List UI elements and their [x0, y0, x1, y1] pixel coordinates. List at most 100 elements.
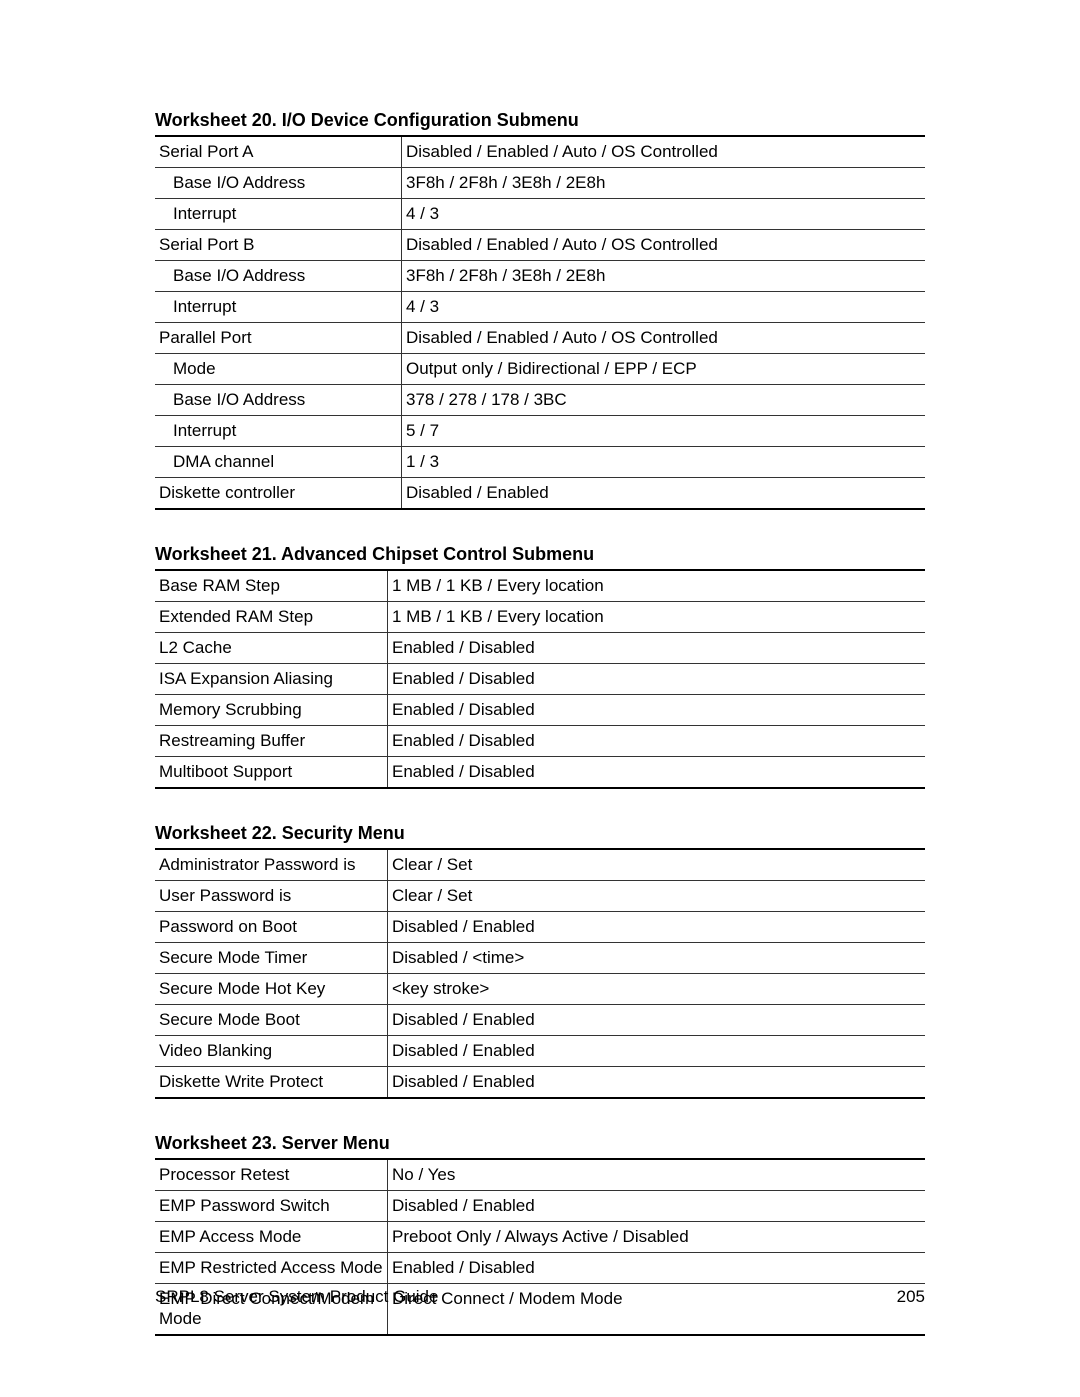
row-value: Disabled / Enabled	[388, 1191, 926, 1222]
row-value: 1 MB / 1 KB / Every location	[388, 602, 926, 633]
row-value: Disabled / Enabled / Auto / OS Controlle…	[402, 136, 926, 168]
row-label: Mode	[155, 354, 402, 385]
table-row: ModeOutput only / Bidirectional / EPP / …	[155, 354, 925, 385]
table-row: ISA Expansion AliasingEnabled / Disabled	[155, 664, 925, 695]
row-value: Clear / Set	[388, 881, 926, 912]
row-label: Interrupt	[155, 416, 402, 447]
row-label: Diskette controller	[155, 478, 402, 510]
table-row: DMA channel1 / 3	[155, 447, 925, 478]
row-value: Disabled / Enabled	[388, 1005, 926, 1036]
table-row: Interrupt4 / 3	[155, 292, 925, 323]
row-value: Output only / Bidirectional / EPP / ECP	[402, 354, 926, 385]
row-value: Disabled / Enabled / Auto / OS Controlle…	[402, 230, 926, 261]
table-row: Extended RAM Step1 MB / 1 KB / Every loc…	[155, 602, 925, 633]
row-label: Memory Scrubbing	[155, 695, 388, 726]
row-label: Base I/O Address	[155, 261, 402, 292]
row-value: 4 / 3	[402, 199, 926, 230]
row-label: ISA Expansion Aliasing	[155, 664, 388, 695]
row-value: Enabled / Disabled	[388, 726, 926, 757]
row-label: Parallel Port	[155, 323, 402, 354]
table-row: Base RAM Step1 MB / 1 KB / Every locatio…	[155, 570, 925, 602]
row-value: Enabled / Disabled	[388, 664, 926, 695]
row-value: Enabled / Disabled	[388, 757, 926, 789]
table-row: Administrator Password isClear / Set	[155, 849, 925, 881]
row-label: Secure Mode Boot	[155, 1005, 388, 1036]
table-row: Password on BootDisabled / Enabled	[155, 912, 925, 943]
worksheet-title: Worksheet 22. Security Menu	[155, 823, 925, 844]
row-value: 5 / 7	[402, 416, 926, 447]
row-label: Administrator Password is	[155, 849, 388, 881]
row-value: <key stroke>	[388, 974, 926, 1005]
row-label: Diskette Write Protect	[155, 1067, 388, 1099]
table-row: Memory ScrubbingEnabled / Disabled	[155, 695, 925, 726]
table-row: Secure Mode BootDisabled / Enabled	[155, 1005, 925, 1036]
table-row: L2 CacheEnabled / Disabled	[155, 633, 925, 664]
table-row: Base I/O Address3F8h / 2F8h / 3E8h / 2E8…	[155, 261, 925, 292]
table-row: Serial Port BDisabled / Enabled / Auto /…	[155, 230, 925, 261]
table-row: Parallel PortDisabled / Enabled / Auto /…	[155, 323, 925, 354]
table-row: EMP Password SwitchDisabled / Enabled	[155, 1191, 925, 1222]
row-value: Disabled / Enabled	[388, 912, 926, 943]
row-value: Enabled / Disabled	[388, 633, 926, 664]
table-row: Processor RetestNo / Yes	[155, 1159, 925, 1191]
row-value: 4 / 3	[402, 292, 926, 323]
row-label: Secure Mode Hot Key	[155, 974, 388, 1005]
row-value: 1 / 3	[402, 447, 926, 478]
row-label: EMP Password Switch	[155, 1191, 388, 1222]
row-value: 3F8h / 2F8h / 3E8h / 2E8h	[402, 261, 926, 292]
footer-title: SRPL8 Server System Product Guide	[155, 1287, 438, 1307]
row-label: Restreaming Buffer	[155, 726, 388, 757]
row-value: Disabled / <time>	[388, 943, 926, 974]
table-row: Secure Mode TimerDisabled / <time>	[155, 943, 925, 974]
row-label: Serial Port A	[155, 136, 402, 168]
table-row: Base I/O Address3F8h / 2F8h / 3E8h / 2E8…	[155, 168, 925, 199]
row-label: Interrupt	[155, 292, 402, 323]
table-row: Interrupt5 / 7	[155, 416, 925, 447]
table-row: Secure Mode Hot Key<key stroke>	[155, 974, 925, 1005]
row-label: EMP Access Mode	[155, 1222, 388, 1253]
row-value: 3F8h / 2F8h / 3E8h / 2E8h	[402, 168, 926, 199]
worksheet-table: Administrator Password isClear / SetUser…	[155, 848, 925, 1099]
row-label: Secure Mode Timer	[155, 943, 388, 974]
table-row: EMP Access ModePreboot Only / Always Act…	[155, 1222, 925, 1253]
row-value: No / Yes	[388, 1159, 926, 1191]
table-row: Video BlankingDisabled / Enabled	[155, 1036, 925, 1067]
table-row: User Password isClear / Set	[155, 881, 925, 912]
row-value: 378 / 278 / 178 / 3BC	[402, 385, 926, 416]
row-label: EMP Restricted Access Mode	[155, 1253, 388, 1284]
worksheet-table: Serial Port ADisabled / Enabled / Auto /…	[155, 135, 925, 510]
worksheet-title: Worksheet 23. Server Menu	[155, 1133, 925, 1154]
row-label: Base RAM Step	[155, 570, 388, 602]
row-label: Processor Retest	[155, 1159, 388, 1191]
row-value: 1 MB / 1 KB / Every location	[388, 570, 926, 602]
row-label: L2 Cache	[155, 633, 388, 664]
table-row: Restreaming BufferEnabled / Disabled	[155, 726, 925, 757]
row-label: Video Blanking	[155, 1036, 388, 1067]
row-value: Disabled / Enabled	[388, 1036, 926, 1067]
table-row: Multiboot SupportEnabled / Disabled	[155, 757, 925, 789]
table-row: Interrupt4 / 3	[155, 199, 925, 230]
row-label: Serial Port B	[155, 230, 402, 261]
worksheet-table: Base RAM Step1 MB / 1 KB / Every locatio…	[155, 569, 925, 789]
table-row: Serial Port ADisabled / Enabled / Auto /…	[155, 136, 925, 168]
page-footer: SRPL8 Server System Product Guide 205	[155, 1287, 925, 1307]
row-value: Enabled / Disabled	[388, 1253, 926, 1284]
tables-container: Worksheet 20. I/O Device Configuration S…	[155, 110, 925, 1336]
row-label: Multiboot Support	[155, 757, 388, 789]
row-value: Disabled / Enabled / Auto / OS Controlle…	[402, 323, 926, 354]
worksheet-table: Processor RetestNo / YesEMP Password Swi…	[155, 1158, 925, 1336]
row-label: Extended RAM Step	[155, 602, 388, 633]
row-value: Disabled / Enabled	[388, 1067, 926, 1099]
row-value: Preboot Only / Always Active / Disabled	[388, 1222, 926, 1253]
row-label: Interrupt	[155, 199, 402, 230]
footer-page-number: 205	[897, 1287, 925, 1307]
row-label: User Password is	[155, 881, 388, 912]
row-value: Clear / Set	[388, 849, 926, 881]
table-row: EMP Restricted Access ModeEnabled / Disa…	[155, 1253, 925, 1284]
row-label: Base I/O Address	[155, 168, 402, 199]
row-label: Password on Boot	[155, 912, 388, 943]
row-value: Enabled / Disabled	[388, 695, 926, 726]
table-row: Diskette Write ProtectDisabled / Enabled	[155, 1067, 925, 1099]
table-row: Base I/O Address378 / 278 / 178 / 3BC	[155, 385, 925, 416]
worksheet-title: Worksheet 20. I/O Device Configuration S…	[155, 110, 925, 131]
